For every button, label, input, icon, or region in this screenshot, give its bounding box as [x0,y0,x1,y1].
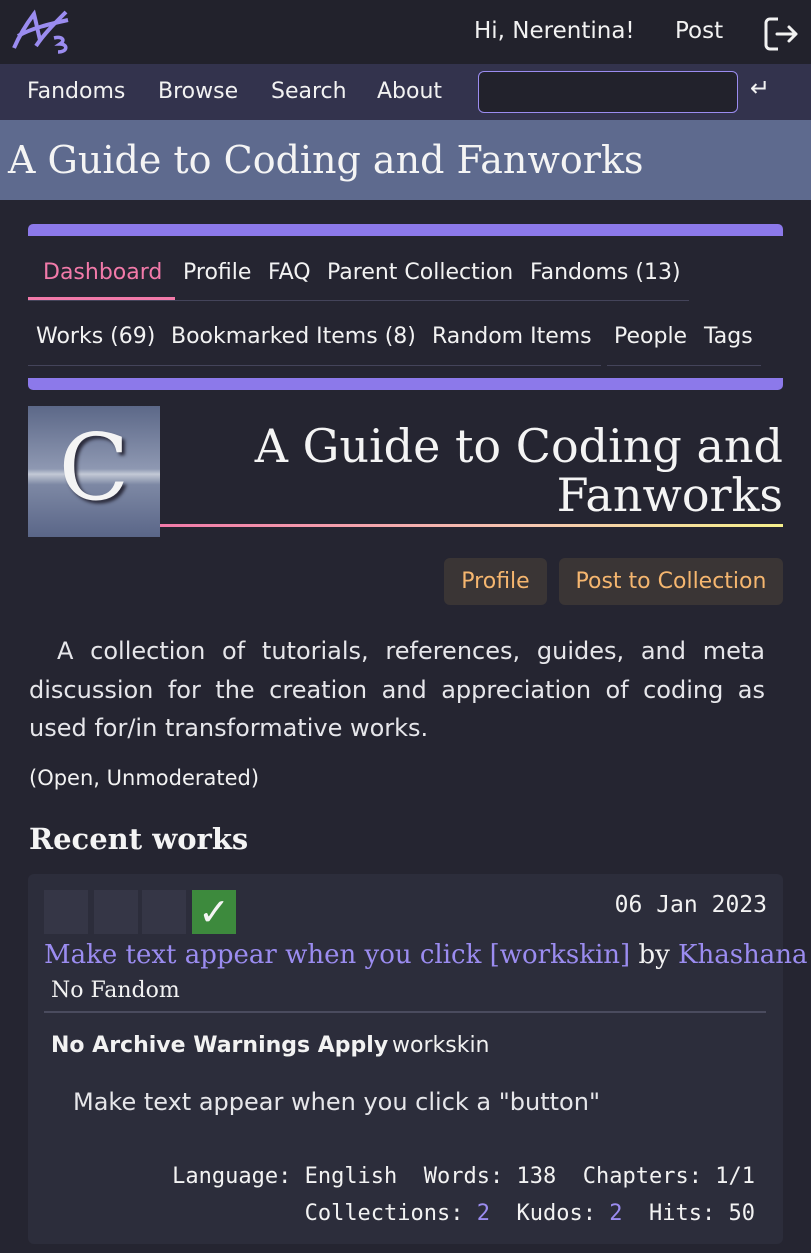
top-header: Hi, Nerentina! Post [0,0,811,64]
stat-language: English [304,1164,398,1189]
work-date: 06 Jan 2023 [614,892,767,918]
collection-banner: A Guide to Coding and Fanworks [0,120,811,200]
subnav-bottom-bar [28,378,783,390]
collection-status: (Open, Unmoderated) [29,766,260,790]
recent-works-heading: Recent works [29,822,249,856]
tab-people[interactable]: People [614,324,687,349]
stat-collections-label: Collections: [304,1201,464,1226]
tab-works[interactable]: Works (69) [36,324,155,349]
nav-search[interactable]: Search [271,79,347,104]
stat-words: 138 [516,1164,557,1189]
stat-collections-link[interactable]: 2 [477,1201,490,1226]
search-submit-icon[interactable]: ↵ [750,74,770,102]
work-blurb: ✓ 06 Jan 2023 Make text appear when you … [28,874,808,1244]
stat-chapters: 1/1 [715,1164,755,1189]
banner-title[interactable]: A Guide to Coding and Fanworks [8,138,643,182]
primary-nav: Fandoms Browse Search About ↵ [0,64,811,120]
warning-tag[interactable]: No Archive Warnings Apply [51,1033,388,1058]
title-underline [160,524,783,527]
subnav-top-bar [28,224,783,236]
collection-icon-letter: C [58,414,130,521]
stat-hits-label: Hits: [649,1201,716,1226]
collection-description: A collection of tutorials, references, g… [29,637,765,742]
subnav-divider [28,365,601,366]
complete-check-icon[interactable]: ✓ [192,890,236,934]
work-author-link[interactable]: Khashana [678,940,808,970]
stat-words-label: Words: [423,1164,504,1189]
tab-dashboard[interactable]: Dashboard [43,260,162,285]
subnav-divider [607,365,761,366]
subnav-divider [28,300,689,301]
stat-kudos-link[interactable]: 2 [609,1201,622,1226]
ao3-logo-icon[interactable] [10,8,74,56]
work-title-link[interactable]: Make text appear when you click [workski… [44,940,630,970]
freeform-tag[interactable]: workskin [392,1033,490,1058]
post-link[interactable]: Post [675,18,723,44]
collection-icon: C [28,406,160,537]
collection-title: A Guide to Coding and Fanworks [254,419,783,522]
post-to-collection-button[interactable]: Post to Collection [559,558,783,605]
tab-bookmarked-items[interactable]: Bookmarked Items (8) [171,324,416,349]
category-symbol[interactable] [142,890,186,934]
work-by-label: by [638,940,670,970]
tab-faq[interactable]: FAQ [268,260,311,285]
card-divider [44,1011,766,1013]
stat-kudos-label: Kudos: [516,1201,597,1226]
work-fandom-link[interactable]: No Fandom [51,978,180,1003]
work-summary: Make text appear when you click a "butto… [73,1088,600,1116]
logout-icon[interactable] [764,16,800,52]
stat-hits: 50 [728,1201,756,1226]
warning-symbol[interactable] [94,890,138,934]
nav-about[interactable]: About [377,79,442,104]
work-stats: Language: English Words: 138 Chapters: 1… [172,1158,755,1232]
tab-fandoms[interactable]: Fandoms (13) [530,260,681,285]
search-input[interactable] [478,71,738,113]
work-heading: Make text appear when you click [workski… [44,940,808,970]
stat-chapters-label: Chapters: [582,1164,702,1189]
nav-browse[interactable]: Browse [158,79,238,104]
tab-tags[interactable]: Tags [704,324,753,349]
tab-random-items[interactable]: Random Items [432,324,592,349]
stat-language-label: Language: [172,1164,292,1189]
profile-button[interactable]: Profile [444,558,547,605]
tab-profile[interactable]: Profile [183,260,251,285]
nav-fandoms[interactable]: Fandoms [27,79,125,104]
rating-symbol[interactable] [44,890,88,934]
tab-parent-collection[interactable]: Parent Collection [327,260,513,285]
user-greeting-link[interactable]: Hi, Nerentina! [474,18,635,44]
